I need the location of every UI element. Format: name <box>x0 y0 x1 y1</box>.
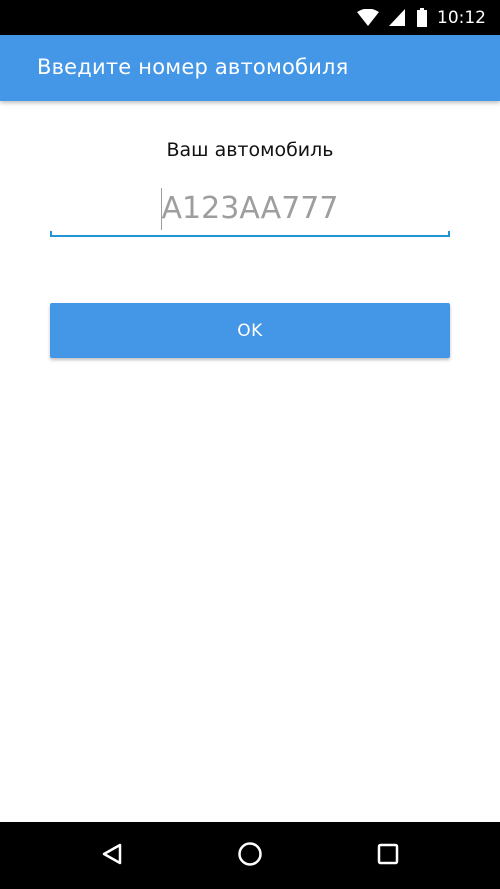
battery-icon <box>417 8 427 27</box>
back-icon <box>100 842 124 870</box>
app-screen: 10:12 Введите номер автомобиля Ваш автом… <box>0 0 500 889</box>
app-bar: Введите номер автомобиля <box>0 35 500 101</box>
status-bar: 10:12 <box>0 0 500 35</box>
signal-icon <box>389 9 405 26</box>
plate-number-input[interactable] <box>50 183 450 233</box>
status-icons: 10:12 <box>357 0 486 35</box>
home-icon <box>237 841 263 871</box>
home-button[interactable] <box>210 822 290 889</box>
recents-button[interactable] <box>348 822 428 889</box>
back-button[interactable] <box>72 822 152 889</box>
ok-button[interactable]: OK <box>50 303 450 358</box>
car-label: Ваш автомобиль <box>166 139 334 161</box>
text-cursor <box>161 188 162 230</box>
input-underline-left-tick <box>50 231 52 237</box>
input-underline <box>50 235 450 237</box>
input-underline-right-tick <box>448 231 450 237</box>
recents-icon <box>377 843 399 869</box>
page-title: Введите номер автомобиля <box>37 55 349 79</box>
plate-field[interactable] <box>50 183 450 237</box>
navigation-bar <box>0 822 500 889</box>
wifi-icon <box>357 9 379 26</box>
status-time: 10:12 <box>437 7 486 28</box>
